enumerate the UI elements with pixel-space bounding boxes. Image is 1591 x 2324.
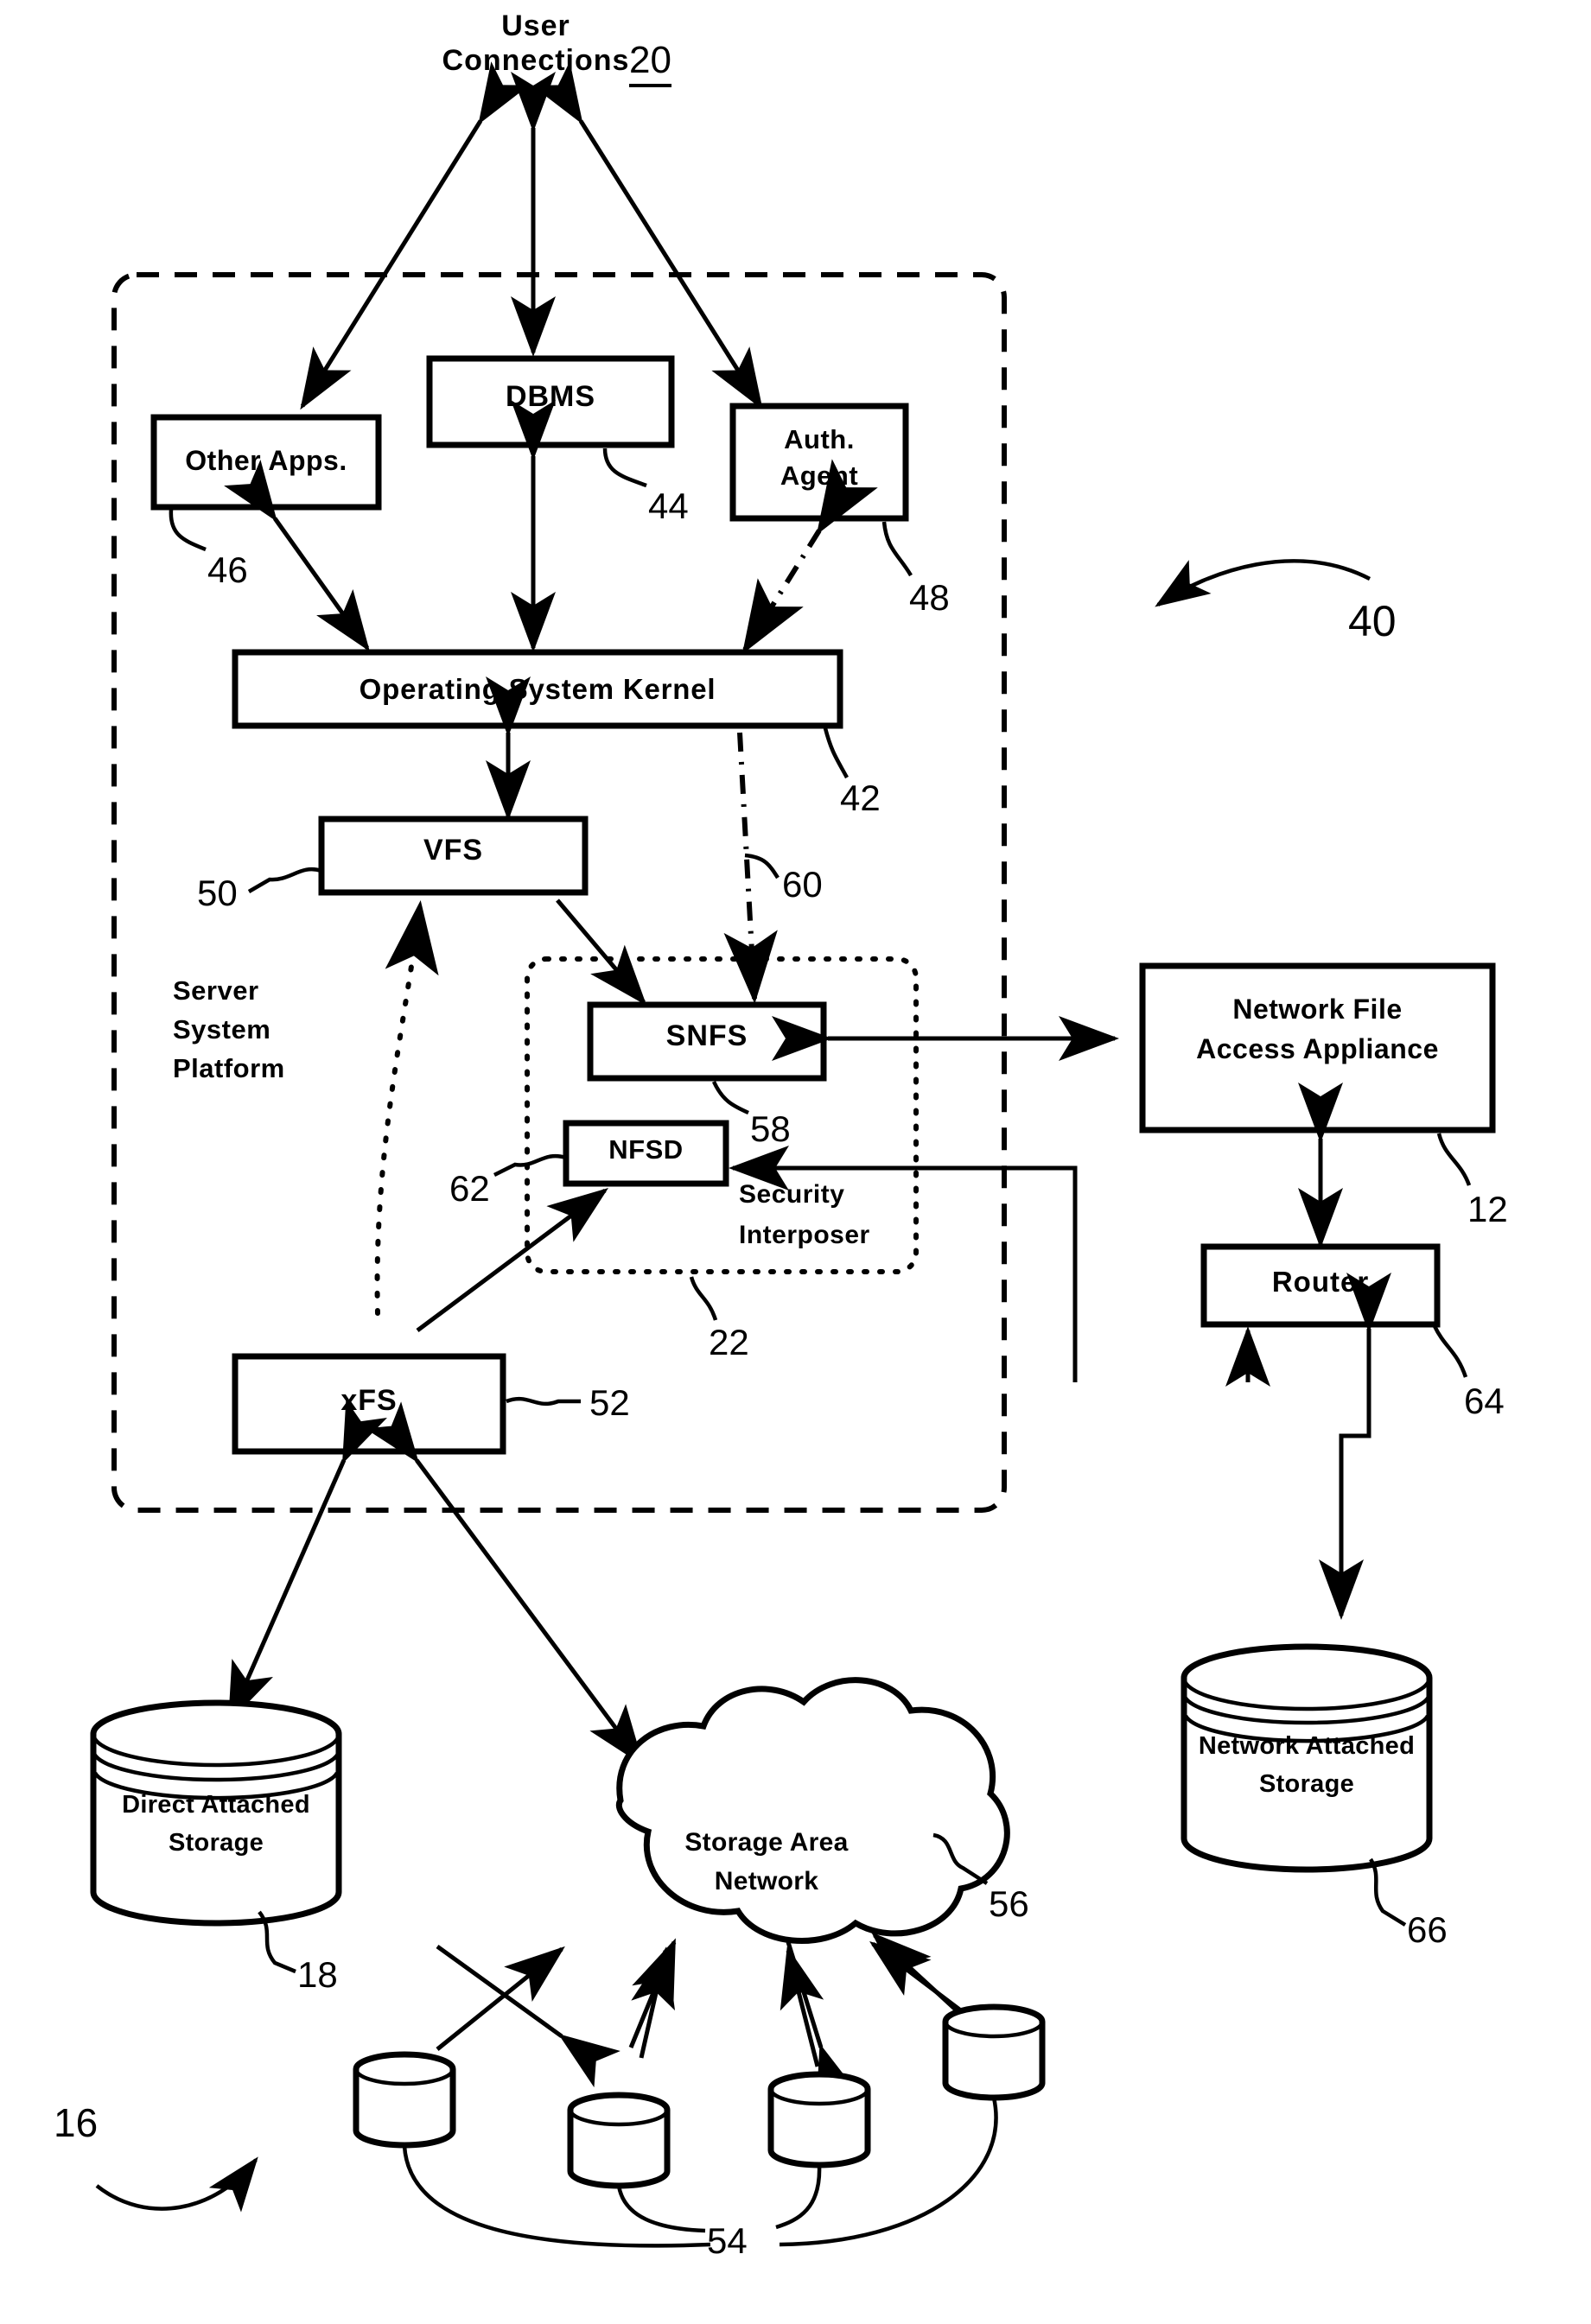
nfsd-label: NFSD bbox=[608, 1134, 684, 1165]
ref-16: 16 bbox=[54, 2100, 99, 2145]
ref-40: 40 bbox=[1348, 597, 1397, 645]
ref-46: 46 bbox=[207, 549, 248, 590]
ref-12: 12 bbox=[1467, 1189, 1508, 1229]
san-line2: Network bbox=[714, 1867, 819, 1895]
ref-18: 18 bbox=[297, 1954, 338, 1995]
ref-62: 62 bbox=[449, 1168, 490, 1209]
san-label: Storage Area Network bbox=[641, 1823, 892, 1901]
auth-agent-label: Auth. Agent bbox=[733, 422, 906, 494]
appliance-label: Network File Access Appliance bbox=[1142, 989, 1492, 1070]
auth-agent-line2: Agent bbox=[780, 460, 859, 491]
appliance-line2: Access Appliance bbox=[1196, 1033, 1439, 1065]
ref-50: 50 bbox=[197, 873, 238, 913]
das-line1: Direct Attached bbox=[122, 1791, 310, 1819]
nas-line1: Network Attached bbox=[1198, 1732, 1416, 1760]
vfs-label: VFS bbox=[423, 834, 484, 867]
platform-line2: System bbox=[173, 1013, 271, 1045]
dbms-label: DBMS bbox=[505, 380, 596, 413]
snfs-label: SNFS bbox=[665, 1019, 748, 1052]
das-line2: Storage bbox=[168, 1828, 264, 1857]
san-line1: Storage Area bbox=[684, 1828, 849, 1857]
auth-agent-line1: Auth. bbox=[784, 424, 855, 454]
platform-line1: Server bbox=[173, 975, 259, 1006]
platform-line3: Platform bbox=[173, 1052, 285, 1083]
ref-56: 56 bbox=[989, 1883, 1029, 1924]
ref-66: 66 bbox=[1407, 1909, 1448, 1950]
appliance-line1: Network File bbox=[1232, 994, 1403, 1025]
server-platform-label: Server System Platform bbox=[173, 972, 389, 1089]
security-interposer-line1: Security bbox=[739, 1180, 845, 1209]
ref-60: 60 bbox=[782, 864, 823, 905]
ref-58: 58 bbox=[750, 1108, 791, 1149]
ref-20: 20 bbox=[629, 39, 671, 87]
direct-attached-storage-label: Direct Attached Storage bbox=[93, 1787, 339, 1862]
ref-44: 44 bbox=[648, 486, 689, 526]
nas-label: Network Attached Storage bbox=[1184, 1728, 1429, 1803]
figure-canvas: User Connections 20 Other Apps. 46 DBMS … bbox=[0, 0, 1591, 2324]
os-kernel-label: Operating System Kernel bbox=[359, 673, 716, 705]
security-interposer-label: Security Interposer bbox=[739, 1175, 964, 1255]
ref-22: 22 bbox=[709, 1322, 749, 1362]
ref-52: 52 bbox=[589, 1382, 630, 1423]
ref-48: 48 bbox=[909, 577, 950, 618]
security-interposer-line2: Interposer bbox=[739, 1220, 870, 1249]
ref-64: 64 bbox=[1464, 1381, 1505, 1421]
ref-42: 42 bbox=[840, 778, 881, 818]
router-label: Router bbox=[1271, 1266, 1370, 1298]
nas-line2: Storage bbox=[1258, 1769, 1355, 1798]
xfs-label: xFS bbox=[340, 1384, 398, 1417]
ref-54: 54 bbox=[707, 2220, 748, 2261]
other-apps-label: Other Apps. bbox=[185, 445, 347, 476]
